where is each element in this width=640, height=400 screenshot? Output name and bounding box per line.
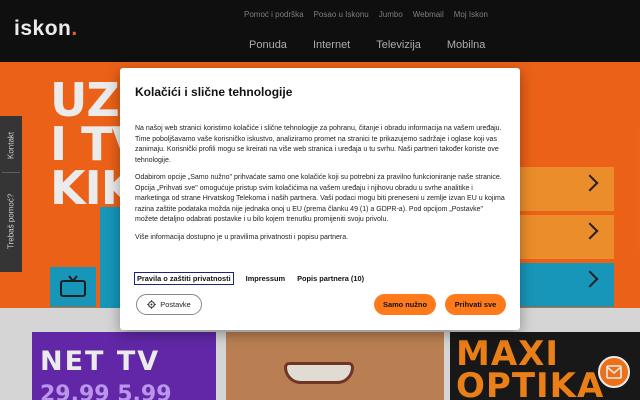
accept-all-button[interactable]: Prihvati sve	[445, 294, 506, 315]
dialog-paragraph-1: Na našoj web stranici koristimo kolačiće…	[135, 125, 502, 164]
dialog-paragraph-2: Odabirom opcije „Samo nužno" prihvaćate …	[135, 173, 505, 224]
cookie-consent-dialog: Kolačići i slične tehnologije Na našoj w…	[120, 68, 520, 330]
settings-button[interactable]: Postavke	[136, 294, 202, 315]
settings-button-label: Postavke	[160, 300, 191, 309]
privacy-policy-link[interactable]: Pravila o zaštiti privatnosti	[134, 272, 234, 285]
impressum-link[interactable]: Impressum	[246, 274, 285, 283]
dialog-links: Pravila o zaštiti privatnosti Impressum …	[134, 272, 364, 285]
dialog-body: Na našoj web stranici koristimo kolačiće…	[135, 124, 507, 250]
gear-icon	[147, 300, 157, 309]
dialog-title: Kolačići i slične tehnologije	[135, 85, 293, 99]
necessary-only-label: Samo nužno	[383, 300, 427, 309]
necessary-only-button[interactable]: Samo nužno	[374, 294, 436, 315]
accept-all-label: Prihvati sve	[454, 300, 497, 309]
partners-list-link[interactable]: Popis partnera (10)	[297, 274, 364, 283]
dialog-paragraph-3: Više informacija dostupno je u pravilima…	[135, 233, 349, 241]
